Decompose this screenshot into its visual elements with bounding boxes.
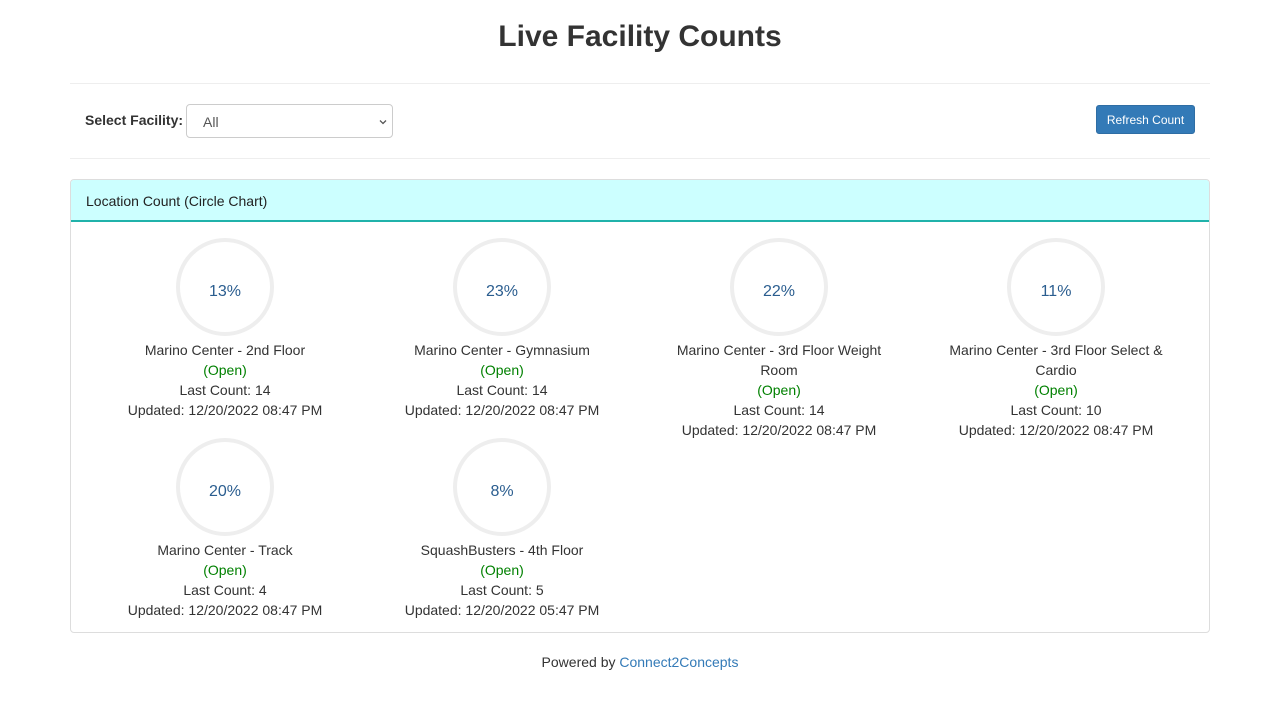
- percent-label: 13%: [208, 283, 242, 300]
- percent-ring: 20%: [175, 437, 275, 537]
- location-card: 8% SquashBusters - 4th Floor (Open) Last…: [382, 437, 622, 620]
- last-count: Last Count: 14: [456, 382, 548, 398]
- panel-heading: Location Count (Circle Chart): [71, 180, 1209, 222]
- location-card: 20% Marino Center - Track (Open) Last Co…: [105, 437, 345, 620]
- refresh-count-button[interactable]: Refresh Count: [1096, 105, 1195, 134]
- percent-label: 23%: [485, 283, 519, 300]
- percent-ring: 8%: [452, 437, 552, 537]
- last-count: Last Count: 10: [1010, 402, 1102, 418]
- location-name: Marino Center - 3rd Floor Weight Room: [676, 342, 882, 378]
- select-facility-label: Select Facility:: [85, 112, 184, 128]
- location-card: 11% Marino Center - 3rd Floor Select & C…: [936, 237, 1176, 440]
- location-card: 23% Marino Center - Gymnasium (Open) Las…: [382, 237, 622, 420]
- updated-time: Updated: 12/20/2022 08:47 PM: [681, 422, 877, 438]
- facility-select[interactable]: All: [186, 104, 393, 138]
- location-name: Marino Center - Track: [157, 542, 293, 558]
- percent-ring: 23%: [452, 237, 552, 337]
- percent-label: 8%: [490, 483, 514, 500]
- location-name: Marino Center - 2nd Floor: [144, 342, 306, 358]
- location-name: Marino Center - Gymnasium: [414, 342, 590, 358]
- toolbar: Select Facility: All Refresh Count: [70, 84, 1210, 158]
- updated-time: Updated: 12/20/2022 08:47 PM: [127, 402, 323, 418]
- footer-prefix: Powered by: [541, 654, 616, 670]
- status-text: (Open): [203, 562, 247, 578]
- percent-ring: 11%: [1006, 237, 1106, 337]
- percent-label: 20%: [208, 483, 242, 500]
- updated-time: Updated: 12/20/2022 05:47 PM: [404, 602, 600, 618]
- status-text: (Open): [203, 362, 247, 378]
- last-count: Last Count: 14: [179, 382, 271, 398]
- facility-select-value: All: [203, 114, 219, 130]
- percent-label: 11%: [1040, 283, 1072, 300]
- updated-time: Updated: 12/20/2022 08:47 PM: [404, 402, 600, 418]
- location-card: 22% Marino Center - 3rd Floor Weight Roo…: [659, 237, 899, 440]
- location-count-panel: Location Count (Circle Chart) 13% Marino…: [70, 179, 1210, 633]
- location-card: 13% Marino Center - 2nd Floor (Open) Las…: [105, 237, 345, 420]
- location-name: SquashBusters - 4th Floor: [420, 542, 584, 558]
- status-text: (Open): [480, 562, 524, 578]
- updated-time: Updated: 12/20/2022 08:47 PM: [127, 602, 323, 618]
- status-text: (Open): [480, 362, 524, 378]
- footer: Powered by Connect2Concepts: [0, 654, 1280, 670]
- last-count: Last Count: 14: [733, 402, 825, 418]
- status-text: (Open): [1034, 382, 1078, 398]
- last-count: Last Count: 4: [183, 582, 267, 598]
- last-count: Last Count: 5: [460, 582, 544, 598]
- percent-ring: 22%: [729, 237, 829, 337]
- location-name: Marino Center - 3rd Floor Select & Cardi…: [949, 342, 1163, 378]
- chevron-down-icon: [378, 114, 388, 125]
- percent-label: 22%: [762, 283, 796, 300]
- connect2concepts-link[interactable]: Connect2Concepts: [619, 654, 738, 670]
- divider: [70, 158, 1210, 159]
- percent-ring: 13%: [175, 237, 275, 337]
- status-text: (Open): [757, 382, 801, 398]
- page-title: Live Facility Counts: [498, 20, 782, 53]
- updated-time: Updated: 12/20/2022 08:47 PM: [958, 422, 1154, 438]
